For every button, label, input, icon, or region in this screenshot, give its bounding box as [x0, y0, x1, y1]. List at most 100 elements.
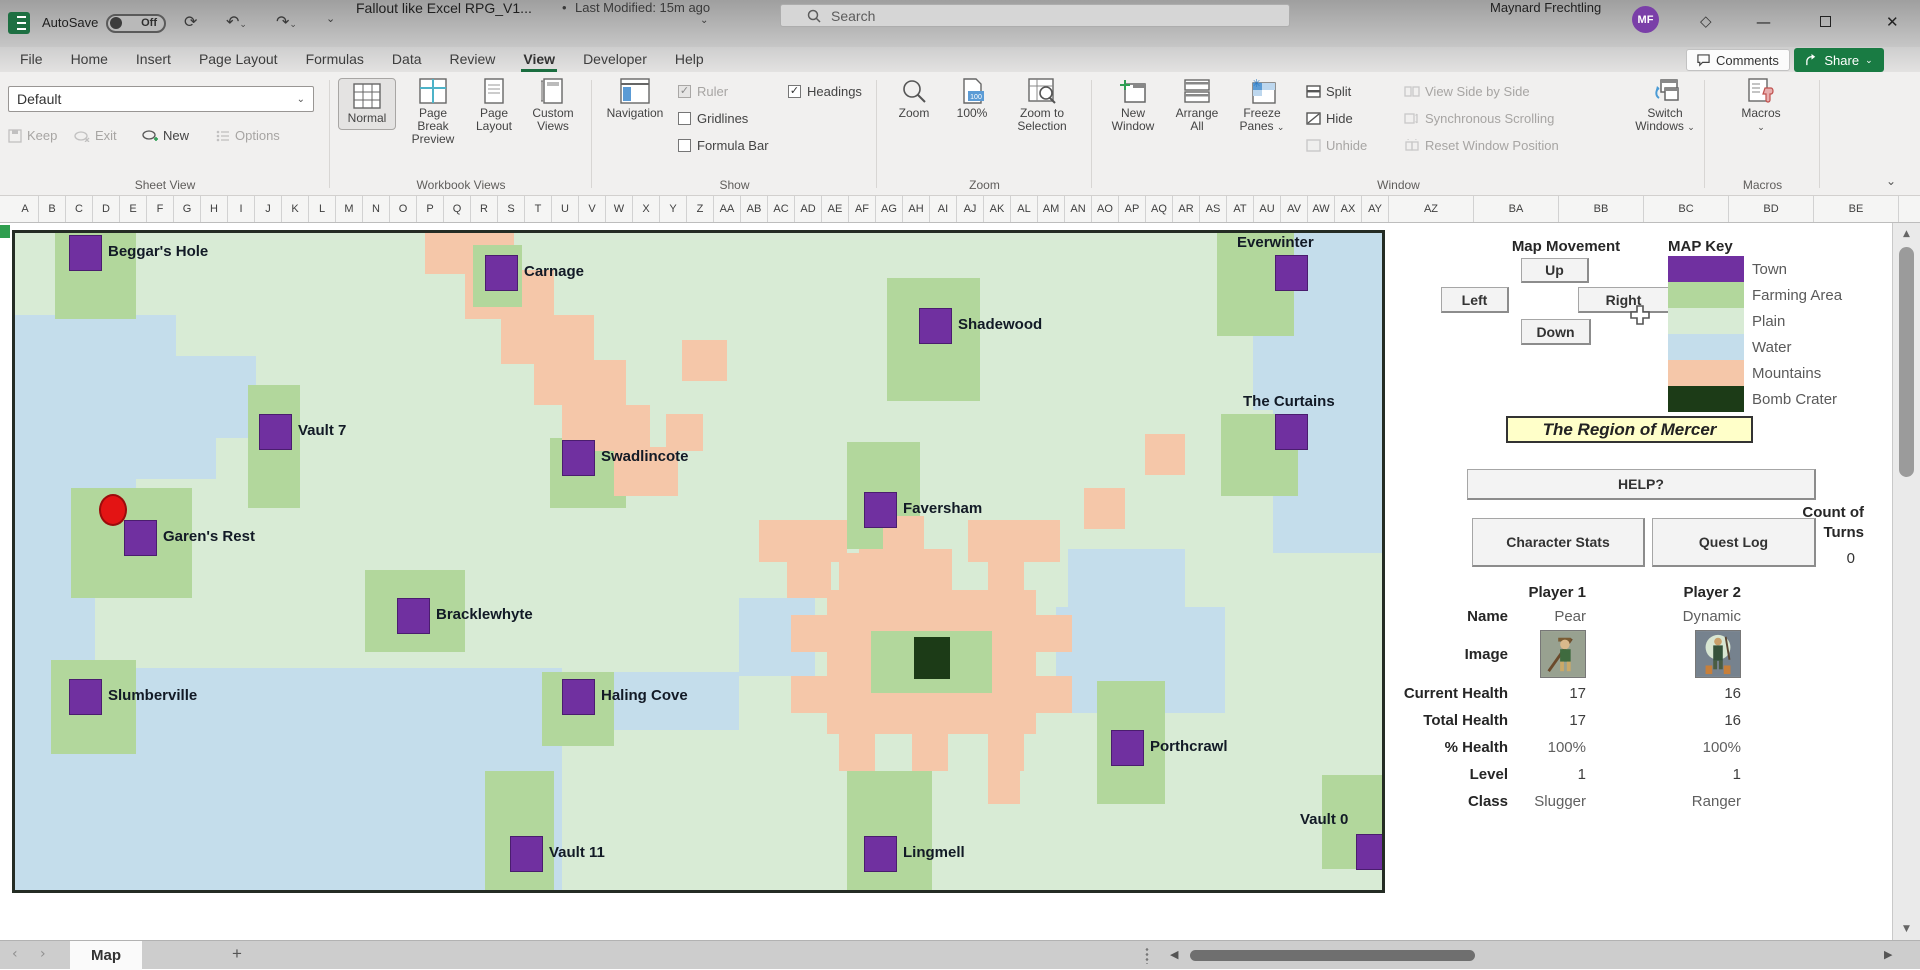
move-down-button[interactable]: Down [1521, 319, 1591, 345]
tab-help[interactable]: Help [661, 47, 718, 72]
map-town-square[interactable] [1111, 730, 1144, 766]
zoom-to-selection-button[interactable]: Zoom to Selection [1005, 78, 1079, 133]
column-header-AB[interactable]: AB [741, 196, 768, 222]
column-header-AS[interactable]: AS [1200, 196, 1227, 222]
column-header-AF[interactable]: AF [849, 196, 876, 222]
map-town-square[interactable] [69, 679, 102, 715]
tab-page-layout[interactable]: Page Layout [185, 47, 292, 72]
column-header-AN[interactable]: AN [1065, 196, 1092, 222]
vertical-scrollbar[interactable]: ▲ ▼ [1892, 223, 1920, 940]
navigation-button[interactable]: Navigation [602, 78, 668, 120]
column-header-Z[interactable]: Z [687, 196, 714, 222]
column-header-AK[interactable]: AK [984, 196, 1011, 222]
sheet-nav-left-icon[interactable]: ‹ [12, 946, 18, 962]
column-header-B[interactable]: B [39, 196, 66, 222]
chevron-down-icon[interactable]: ⌄ [700, 15, 708, 26]
minimize-icon[interactable]: — [1756, 13, 1771, 31]
keep-button[interactable]: Keep [8, 128, 57, 143]
column-header-AV[interactable]: AV [1281, 196, 1308, 222]
map-town-square[interactable] [1275, 414, 1308, 450]
new-sheet-view-button[interactable]: New [142, 128, 189, 143]
tab-review[interactable]: Review [436, 47, 510, 72]
column-header-AW[interactable]: AW [1308, 196, 1335, 222]
column-header-AU[interactable]: AU [1254, 196, 1281, 222]
column-header-BC[interactable]: BC [1644, 196, 1729, 222]
vertical-scroll-thumb[interactable] [1899, 247, 1914, 477]
move-right-button[interactable]: Right [1578, 287, 1670, 313]
move-left-button[interactable]: Left [1441, 287, 1509, 313]
map-town-square[interactable] [864, 836, 897, 872]
freeze-panes-button[interactable]: ✳ Freeze Panes ⌄ [1232, 78, 1292, 134]
column-header-BD[interactable]: BD [1729, 196, 1814, 222]
column-header-O[interactable]: O [390, 196, 417, 222]
share-button[interactable]: Share ⌄ [1794, 48, 1884, 72]
column-header-AY[interactable]: AY [1362, 196, 1389, 222]
column-header-AL[interactable]: AL [1011, 196, 1038, 222]
column-header-F[interactable]: F [147, 196, 174, 222]
macros-button[interactable]: Macros⌄ [1731, 78, 1791, 134]
column-header-AI[interactable]: AI [930, 196, 957, 222]
column-header-K[interactable]: K [282, 196, 309, 222]
user-name[interactable]: Maynard Frechtling [1490, 0, 1601, 15]
split-button[interactable]: Split [1306, 84, 1351, 99]
add-sheet-button[interactable]: + [232, 944, 242, 964]
column-header-AJ[interactable]: AJ [957, 196, 984, 222]
column-header-D[interactable]: D [93, 196, 120, 222]
autosave-toggle[interactable]: Off [106, 14, 166, 33]
map-town-square[interactable] [562, 679, 595, 715]
map-town-square[interactable] [562, 440, 595, 476]
column-header-N[interactable]: N [363, 196, 390, 222]
gridlines-checkbox[interactable]: Gridlines [678, 111, 748, 126]
column-header-I[interactable]: I [228, 196, 255, 222]
map-town-square[interactable] [259, 414, 292, 450]
zoom-100-button[interactable]: 100 100% [947, 78, 997, 120]
unhide-button[interactable]: Unhide [1306, 138, 1367, 153]
formula-bar-checkbox[interactable]: Formula Bar [678, 138, 769, 153]
column-header-AM[interactable]: AM [1038, 196, 1065, 222]
column-header-R[interactable]: R [471, 196, 498, 222]
search-input[interactable]: Search [780, 4, 1290, 27]
column-header-AQ[interactable]: AQ [1146, 196, 1173, 222]
column-header-L[interactable]: L [309, 196, 336, 222]
map-town-square[interactable] [485, 255, 518, 291]
column-header-M[interactable]: M [336, 196, 363, 222]
column-header-G[interactable]: G [174, 196, 201, 222]
map-town-square[interactable] [1275, 255, 1308, 291]
column-header-U[interactable]: U [552, 196, 579, 222]
tab-file[interactable]: File [6, 47, 57, 72]
last-modified-label[interactable]: Last Modified: 15m ago [575, 0, 710, 15]
tab-formulas[interactable]: Formulas [292, 47, 378, 72]
tab-home[interactable]: Home [57, 47, 122, 72]
save-icon[interactable]: ⟳ [184, 12, 197, 31]
scrollbar-resize-handle[interactable] [1145, 947, 1149, 964]
hscroll-left-icon[interactable]: ◀ [1170, 948, 1178, 961]
restore-icon[interactable] [1820, 16, 1831, 27]
column-header-AC[interactable]: AC [768, 196, 795, 222]
map-town-square[interactable] [124, 520, 157, 556]
tab-data[interactable]: Data [378, 47, 436, 72]
quick-access-menu-icon[interactable]: ⌄ [326, 12, 335, 25]
column-header-S[interactable]: S [498, 196, 525, 222]
help-button[interactable]: HELP? [1467, 469, 1816, 500]
column-header-BE[interactable]: BE [1814, 196, 1899, 222]
normal-view-button[interactable]: Normal [338, 78, 396, 130]
switch-windows-button[interactable]: Switch Windows ⌄ [1632, 78, 1698, 134]
ruler-checkbox[interactable]: Ruler [678, 84, 728, 99]
column-header-X[interactable]: X [633, 196, 660, 222]
exit-button[interactable]: Exit [74, 128, 117, 143]
page-layout-button[interactable]: Page Layout [468, 78, 520, 133]
tab-insert[interactable]: Insert [122, 47, 185, 72]
scroll-down-icon[interactable]: ▼ [1893, 924, 1920, 934]
column-header-C[interactable]: C [66, 196, 93, 222]
map-town-square[interactable] [397, 598, 430, 634]
column-header-AG[interactable]: AG [876, 196, 903, 222]
new-window-button[interactable]: New Window [1104, 78, 1162, 133]
redo-icon[interactable]: ↷⌄ [276, 12, 297, 31]
view-side-by-side-button[interactable]: View Side by Side [1404, 84, 1530, 99]
close-icon[interactable]: ✕ [1886, 13, 1899, 31]
sheet-tab-map[interactable]: Map [70, 941, 142, 970]
column-header-P[interactable]: P [417, 196, 444, 222]
column-header-H[interactable]: H [201, 196, 228, 222]
sheet-nav-right-icon[interactable]: › [40, 946, 46, 962]
map-town-square[interactable] [69, 235, 102, 271]
